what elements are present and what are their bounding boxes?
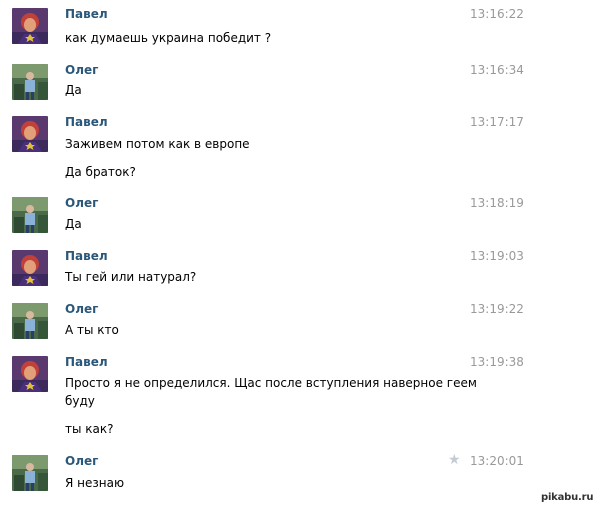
- sender-name[interactable]: Павел: [65, 7, 108, 21]
- message-text: буду: [65, 394, 95, 408]
- watermark: pikabu.ru: [541, 492, 593, 503]
- timestamp[interactable]: 13:20:01: [470, 454, 524, 468]
- message-text: ты как?: [65, 422, 114, 436]
- message-text: Я незнаю: [65, 476, 125, 490]
- avatar-pavel[interactable]: [12, 356, 48, 392]
- timestamp[interactable]: 13:18:19: [470, 196, 524, 210]
- avatar-oleg[interactable]: [12, 455, 48, 491]
- timestamp[interactable]: 13:19:03: [470, 249, 524, 263]
- message-text: Ты гей или натурал?: [65, 270, 197, 284]
- timestamp[interactable]: 13:19:38: [470, 355, 524, 369]
- sender-name[interactable]: Павел: [65, 115, 108, 129]
- message-text: А ты кто: [65, 323, 119, 337]
- sender-name[interactable]: Олег: [65, 302, 98, 316]
- avatar-oleg[interactable]: [12, 303, 48, 339]
- message-text: как думаешь украина победит ?: [65, 31, 272, 45]
- message-history: Павел 13:16:22 как думаешь украина побед…: [0, 0, 593, 510]
- sender-name[interactable]: Олег: [65, 196, 98, 210]
- message-text: Заживем потом как в европе: [65, 137, 250, 151]
- sender-name[interactable]: Олег: [65, 63, 98, 77]
- timestamp[interactable]: 13:19:22: [470, 302, 524, 316]
- timestamp[interactable]: 13:16:22: [470, 7, 524, 21]
- message-text: Да браток?: [65, 165, 136, 179]
- message-text: Да: [65, 83, 82, 97]
- avatar-pavel[interactable]: [12, 250, 48, 286]
- avatar-oleg[interactable]: [12, 197, 48, 233]
- message-text: Просто я не определился. Щас после вступ…: [65, 376, 477, 390]
- star-icon[interactable]: ★: [448, 452, 461, 468]
- timestamp[interactable]: 13:17:17: [470, 115, 524, 129]
- avatar-oleg[interactable]: [12, 64, 48, 100]
- avatar-pavel[interactable]: [12, 8, 48, 44]
- sender-name[interactable]: Олег: [65, 454, 98, 468]
- avatar-pavel[interactable]: [12, 116, 48, 152]
- timestamp[interactable]: 13:16:34: [470, 63, 524, 77]
- message-text: Да: [65, 217, 82, 231]
- sender-name[interactable]: Павел: [65, 355, 108, 369]
- sender-name[interactable]: Павел: [65, 249, 108, 263]
